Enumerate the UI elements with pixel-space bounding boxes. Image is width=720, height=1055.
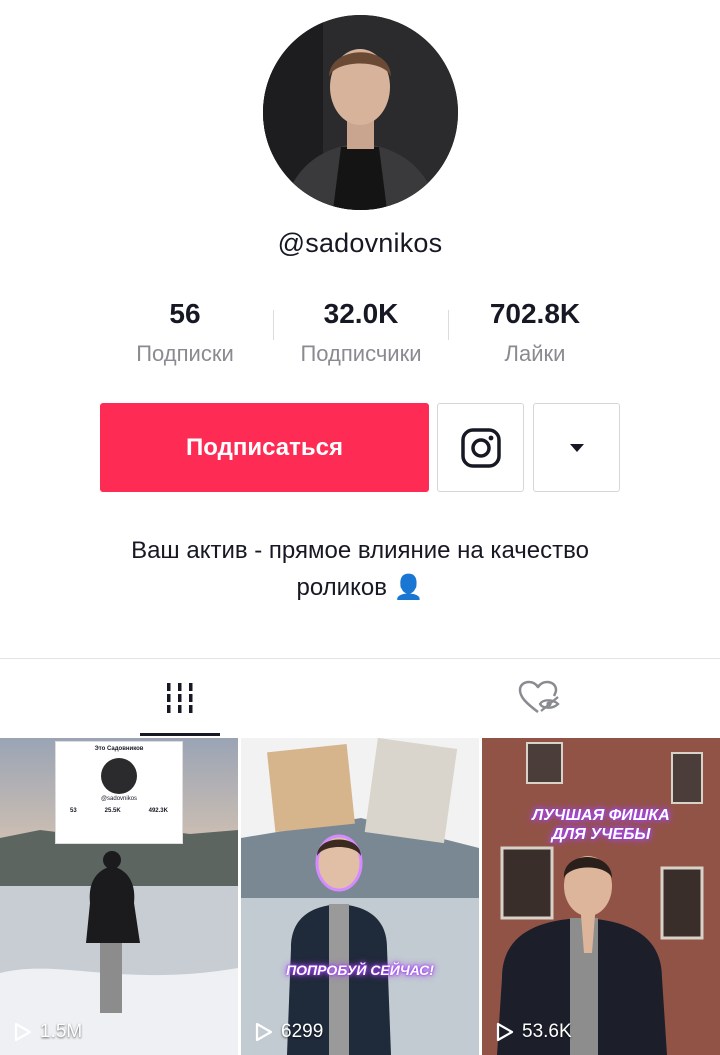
video-tile[interactable]: ЛУЧШАЯ ФИШКА ДЛЯ УЧЕБЫ 53.6K	[482, 738, 720, 1055]
profile-username: @sadovnikos	[277, 228, 443, 258]
video-tile[interactable]: ПОПРОБУЙ СЕЙЧАС! 6299	[241, 738, 479, 1055]
instagram-icon	[460, 427, 501, 468]
stat-followers[interactable]: 32.0K Подписчики	[276, 296, 446, 368]
view-count-text: 1.5M	[40, 1021, 83, 1042]
grid-icon	[167, 683, 193, 713]
stat-following-label: Подписки	[136, 341, 234, 366]
stat-likes-label: Лайки	[504, 341, 566, 366]
video-grid: Это Садовников @sadovnikos 53 25.5K 492.…	[0, 738, 720, 1055]
liked-hidden-icon	[518, 680, 560, 713]
profile-bio: Ваш актив - прямое влияние на качество р…	[60, 532, 660, 606]
mini-profile-stats: 53 25.5K 492.3K	[56, 808, 182, 814]
caret-down-icon	[569, 443, 584, 452]
play-icon	[255, 1022, 273, 1042]
play-icon	[14, 1022, 32, 1042]
video-caption: ЛУЧШАЯ ФИШКА ДЛЯ УЧЕБЫ	[482, 806, 720, 844]
profile-stats: 56 Подписки 32.0K Подписчики 702.8K Лайк…	[0, 296, 720, 376]
video-thumbnail	[241, 738, 479, 1055]
video-view-count: 53.6K	[496, 1021, 572, 1043]
video-view-count: 1.5M	[14, 1021, 82, 1043]
video-view-count: 6299	[255, 1021, 323, 1043]
mini-stat: 53	[69, 808, 77, 814]
follow-button[interactable]: Подписаться	[100, 403, 429, 492]
stat-divider	[273, 310, 274, 340]
mini-stat: 492.3K	[148, 808, 168, 814]
stat-following[interactable]: 56 Подписки	[100, 296, 270, 368]
stat-following-value: 56	[169, 298, 201, 329]
caption-line: ДЛЯ УЧЕБЫ	[551, 826, 651, 843]
caption-line: ЛУЧШАЯ ФИШКА	[532, 807, 670, 824]
stat-followers-label: Подписчики	[300, 341, 422, 366]
active-tab-indicator	[140, 733, 220, 736]
mini-profile-username: @sadovnikos	[100, 796, 138, 802]
tab-videos[interactable]	[0, 659, 360, 737]
video-thumbnail	[482, 738, 720, 1055]
mini-profile-name: Это Садовников	[94, 746, 144, 752]
profile-avatar[interactable]	[263, 15, 458, 210]
stat-divider	[448, 310, 449, 340]
avatar-photo	[263, 15, 458, 210]
stat-likes[interactable]: 702.8K Лайки	[450, 296, 620, 368]
view-count-text: 6299	[281, 1021, 324, 1042]
more-options-button[interactable]	[533, 403, 620, 492]
bio-line: роликов 👤	[296, 574, 424, 601]
video-caption: ПОПРОБУЙ СЕЙЧАС!	[286, 962, 434, 978]
view-count-text: 53.6K	[522, 1021, 572, 1042]
play-icon	[496, 1022, 514, 1042]
profile-tabs	[0, 659, 720, 737]
mini-profile-card: Это Садовников @sadovnikos 53 25.5K 492.…	[55, 741, 183, 844]
mini-stat: 25.5K	[104, 808, 121, 814]
video-tile[interactable]: Это Садовников @sadovnikos 53 25.5K 492.…	[0, 738, 238, 1055]
bio-line: Ваш актив - прямое влияние на качество	[131, 537, 589, 564]
mini-profile-avatar	[101, 758, 137, 794]
tab-liked[interactable]	[360, 659, 720, 737]
stat-followers-value: 32.0K	[323, 298, 399, 329]
stat-likes-value: 702.8K	[489, 298, 581, 329]
instagram-button[interactable]	[437, 403, 524, 492]
